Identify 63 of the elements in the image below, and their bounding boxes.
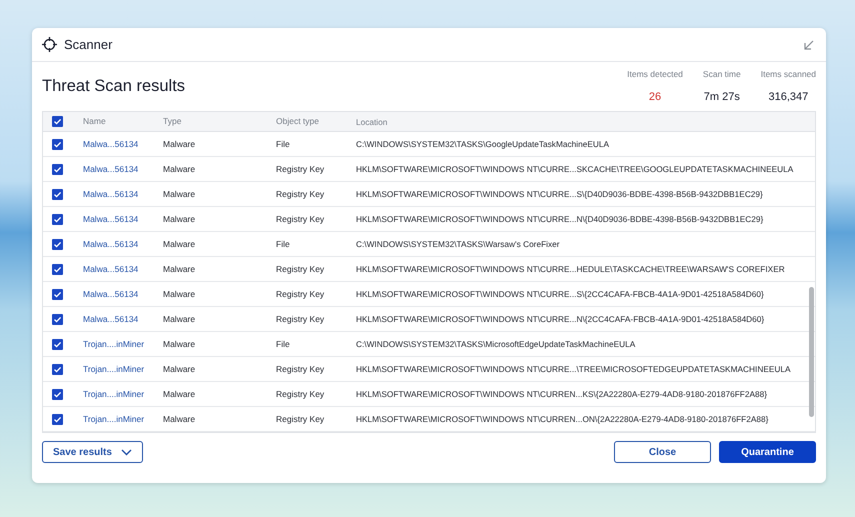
table-cell: Malware (163, 338, 196, 349)
table-cell: Malware (163, 164, 196, 174)
stat-value: 26 (648, 90, 662, 105)
table-cell: C:\WINDOWS\SYSTEM32\TASKS\GoogleUpdateTaskMachineEULA (356, 139, 609, 150)
table-cell: HKLM\SOFTWARE\MICROSOFT\WINDOWS NT\CURRE...SKCACHE\TREE\GOOGLEUPDATETASKMACHINEEULA (356, 164, 794, 174)
table-cell: C:\WINDOWS\SYSTEM32\TASKS\MicrosoftEdgeUpdateTaskMachineEULA (356, 339, 636, 350)
table-cell: Registry Key (276, 414, 324, 424)
threat-name-link[interactable]: Trojan....inMiner (83, 364, 144, 374)
table-cell: HKLM\SOFTWARE\MICROSOFT\WINDOWS NT\CURRE...N\{2CC4CAFA-FBCB-4A1A-9D01-42518A584D60} (356, 314, 764, 324)
table-cell: Malware (163, 288, 196, 299)
table-cell: Registry Key (276, 364, 324, 374)
threat-name-link[interactable]: Trojan....inMiner (83, 414, 144, 424)
table-cell: Malware (163, 388, 196, 399)
threat-name-link[interactable]: Malwa...56134 (83, 264, 138, 274)
page-heading: Threat Scan results (42, 76, 186, 98)
threat-name-link[interactable]: Malwa...56134 (83, 214, 138, 224)
threat-name-link[interactable]: Malwa...56134 (83, 188, 138, 199)
column-header: Name (83, 115, 107, 128)
threat-name-link[interactable]: Malwa...56134 (83, 314, 138, 324)
table-cell: Malware (163, 238, 196, 249)
table-cell: Registry Key (276, 188, 324, 199)
threat-name-link[interactable]: Trojan....inMiner (83, 388, 144, 399)
threat-name-link[interactable]: Malwa...56134 (83, 238, 138, 249)
close-button[interactable]: Close (614, 441, 711, 464)
table-cell: Registry Key (276, 314, 324, 324)
quarantine-button[interactable]: Quarantine (719, 441, 816, 464)
table-cell: Malware (163, 264, 196, 274)
save-results-button[interactable]: Save results (42, 441, 143, 464)
threat-name-link[interactable]: Malwa...56134 (83, 164, 138, 174)
threat-name-link[interactable]: Malwa...56134 (83, 288, 138, 299)
table-cell: HKLM\SOFTWARE\MICROSOFT\WINDOWS NT\CURRE...S\{D40D9036-BDBE-4398-B56B-9432DBB1EC29} (356, 189, 763, 200)
table-cell: HKLM\SOFTWARE\MICROSOFT\WINDOWS NT\CURRE...\TREE\MICROSOFTEDGEUPDATETASKMACHINEEULA (356, 364, 791, 374)
column-header: Object type (276, 115, 320, 128)
table-cell: Malware (163, 414, 196, 424)
table-cell: File (276, 238, 290, 249)
table-cell: Malware (163, 188, 196, 199)
stat-label: Scan time (702, 68, 741, 81)
table-cell: File (276, 138, 290, 149)
table-cell: C:\WINDOWS\SYSTEM32\TASKS\Warsaw's CoreFixer (356, 239, 560, 250)
table-cell: Registry Key (276, 164, 324, 174)
stat-label: Items scanned (760, 68, 816, 81)
stat-value: 7m 27s (702, 90, 741, 105)
table-cell: Registry Key (276, 264, 324, 274)
stat-value: 316,347 (767, 90, 810, 105)
table-cell: Registry Key (276, 388, 324, 399)
table-cell: Malware (163, 214, 196, 224)
stat-label: Items detected (627, 68, 683, 81)
table-cell: HKLM\SOFTWARE\MICROSOFT\WINDOWS NT\CURREN...ON\{2A22280A-E279-4AD8-9180-201876FF2A88} (356, 414, 768, 424)
table-cell: Registry Key (276, 214, 324, 224)
table-cell: File (276, 338, 290, 349)
table-cell: HKLM\SOFTWARE\MICROSOFT\WINDOWS NT\CURRE...N\{D40D9036-BDBE-4398-B56B-9432DBB1EC29} (356, 214, 764, 224)
threat-name-link[interactable]: Trojan....inMiner (83, 338, 144, 349)
column-header: Location (356, 116, 388, 128)
table-cell: HKLM\SOFTWARE\MICROSOFT\WINDOWS NT\CURREN...KS\{2A22280A-E279-4AD8-9180-201876FF2A88} (356, 389, 767, 400)
table-cell: HKLM\SOFTWARE\MICROSOFT\WINDOWS NT\CURRE...HEDULE\TASKCACHE\TREE\WARSAW'S COREFIXER (356, 264, 785, 274)
table-cell: Malware (163, 138, 196, 149)
threat-name-link[interactable]: Malwa...56134 (83, 138, 138, 149)
table-cell: HKLM\SOFTWARE\MICROSOFT\WINDOWS NT\CURRE...S\{2CC4CAFA-FBCB-4A1A-9D01-42518A584D60} (356, 289, 764, 300)
window-title: Scanner (64, 36, 112, 54)
table-cell: Malware (163, 314, 196, 324)
table-cell: Registry Key (276, 288, 324, 299)
table-cell: Malware (163, 364, 196, 374)
column-header: Type (163, 115, 182, 128)
